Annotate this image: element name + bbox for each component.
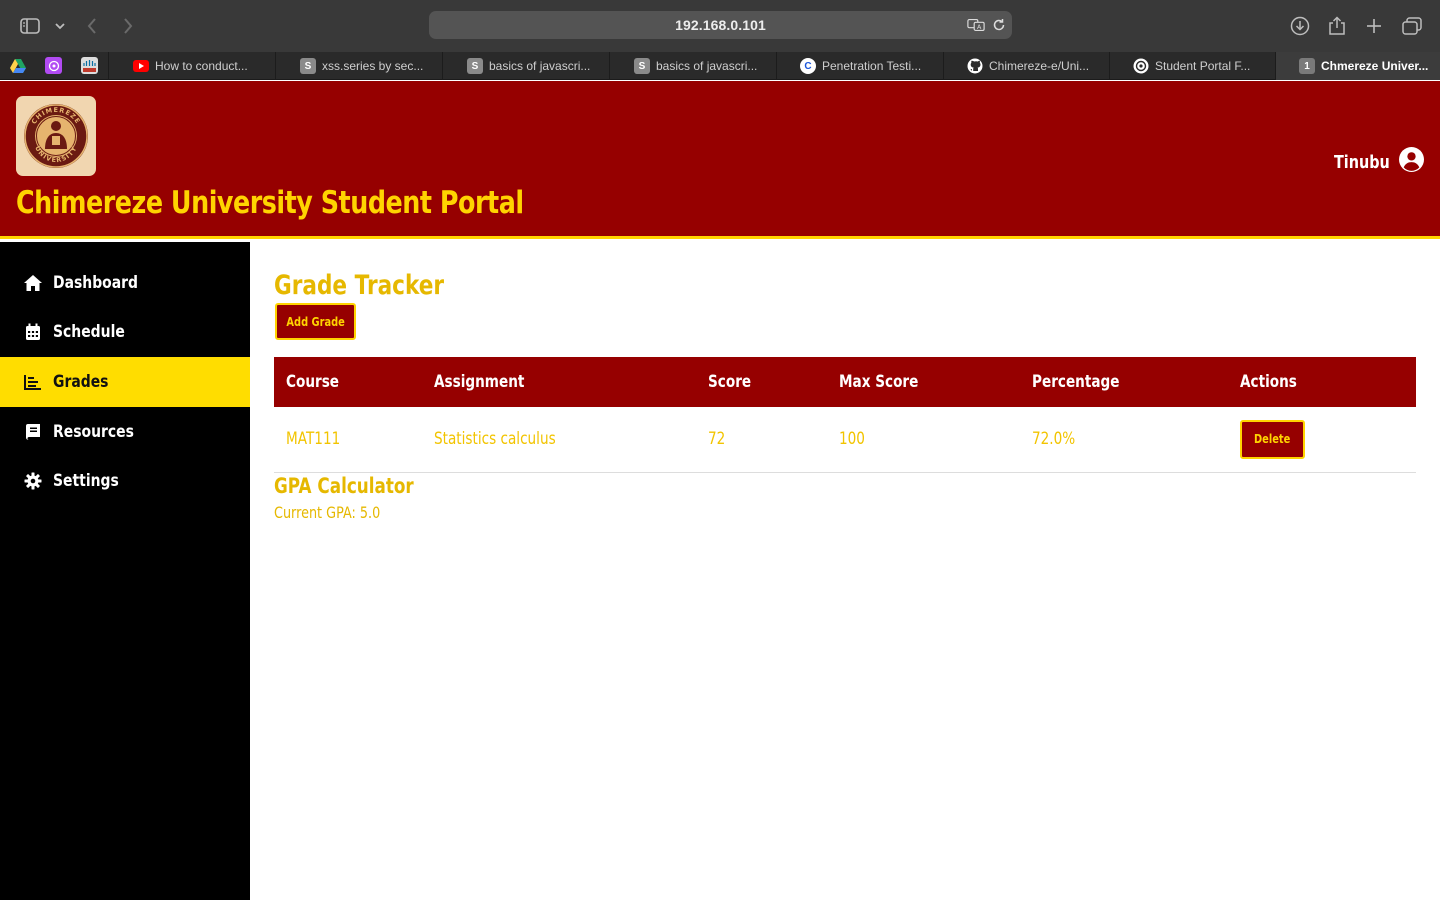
sidebar-item-schedule[interactable]: Schedule (0, 307, 250, 357)
cell-assignment: Statistics calculus (422, 407, 696, 473)
tab-label: Penetration Testi... (822, 59, 922, 73)
sidebar-item-label: Settings (53, 471, 119, 491)
share-icon[interactable] (1325, 14, 1349, 38)
back-arrow-icon[interactable] (80, 14, 104, 38)
sidebar-item-label: Grades (53, 372, 109, 392)
sidebar: Dashboard Schedule Grades Resources Sett… (0, 242, 250, 900)
current-gpa: Current GPA: 5.0 (274, 503, 381, 522)
add-grade-button[interactable]: Add Grade (275, 303, 356, 340)
site-header: CHIMEREZE UNIVERSITY Chimereze Universit… (0, 81, 1440, 239)
sidebar-item-grades[interactable]: Grades (0, 357, 250, 407)
column-header-percentage: Percentage (1020, 357, 1228, 407)
user-menu[interactable]: Tinubu (1320, 147, 1424, 177)
calendar-icon (23, 322, 43, 342)
browser-tab[interactable]: S basics of javascri... (609, 52, 776, 80)
book-icon (23, 422, 43, 442)
sidebar-item-dashboard[interactable]: Dashboard (0, 258, 250, 308)
tab-overview-icon[interactable] (1400, 14, 1424, 38)
url-text: 192.168.0.101 (675, 17, 766, 33)
browser-tab[interactable]: S basics of javascri... (442, 52, 609, 80)
university-crest-icon[interactable]: CHIMEREZE UNIVERSITY (16, 96, 96, 176)
s-icon: S (467, 58, 483, 74)
gear-icon (23, 471, 43, 491)
translate-icon[interactable]: A (967, 17, 985, 33)
home-icon (23, 273, 43, 293)
browser-tab[interactable]: Student Portal F... (1109, 52, 1275, 80)
delete-button[interactable]: Delete (1240, 419, 1305, 459)
cisco-icon[interactable] (81, 57, 98, 74)
tab-label: Student Portal F... (1155, 59, 1251, 73)
add-grade-label: Add Grade (286, 314, 345, 329)
tab-label: basics of javascri... (656, 59, 758, 73)
google-drive-icon[interactable] (9, 57, 26, 74)
column-header-score: Score (696, 357, 827, 407)
s-icon: S (300, 58, 316, 74)
github-icon (967, 58, 983, 74)
browser-tab[interactable]: Chimereze-e/Uni... (943, 52, 1109, 80)
tab-label: basics of javascri... (489, 59, 591, 73)
column-header-assignment: Assignment (422, 357, 696, 407)
gpa-calculator-heading: GPA Calculator (274, 474, 414, 498)
tab-label: Chimereze-e/Uni... (989, 59, 1090, 73)
cell-max-score: 100 (827, 407, 1020, 473)
cell-course: MAT111 (274, 407, 422, 473)
user-name: Tinubu (1334, 151, 1390, 173)
table-row: MAT111 Statistics calculus 72 100 72.0% … (274, 407, 1416, 473)
browser-tab-active[interactable]: 1 Chmereze Univer... (1275, 52, 1440, 80)
svg-text:A: A (977, 24, 982, 31)
sidebar-item-label: Dashboard (53, 273, 139, 293)
cell-actions: Delete (1228, 407, 1416, 473)
chart-bar-icon (23, 372, 43, 392)
forward-arrow-icon[interactable] (116, 14, 140, 38)
tab-number-badge: 1 (1299, 58, 1315, 74)
sidebar-item-settings[interactable]: Settings (0, 456, 250, 506)
table-header-row: Course Assignment Score Max Score Percen… (274, 357, 1416, 407)
site-title: Chimereze University Student Portal (16, 185, 524, 221)
reload-icon[interactable] (990, 17, 1008, 33)
chevron-down-icon[interactable] (48, 14, 72, 38)
column-header-actions: Actions (1228, 357, 1416, 407)
download-icon[interactable] (1288, 14, 1312, 38)
browser-tab[interactable]: C Penetration Testi... (776, 52, 943, 80)
column-header-max-score: Max Score (827, 357, 1020, 407)
browser-tab[interactable]: S xss.series by sec... (275, 52, 442, 80)
column-header-course: Course (274, 357, 422, 407)
cell-percentage: 72.0% (1020, 407, 1228, 473)
grades-table: Course Assignment Score Max Score Percen… (274, 357, 1416, 473)
browser-tab[interactable]: How to conduct... (108, 52, 275, 80)
sidebar-item-label: Resources (53, 422, 134, 442)
youtube-icon (133, 58, 149, 74)
s-icon: S (634, 58, 650, 74)
address-bar[interactable]: 192.168.0.101 A (429, 11, 1012, 39)
tab-bar: How to conduct... S xss.series by sec...… (0, 52, 1440, 80)
sidebar-item-resources[interactable]: Resources (0, 407, 250, 457)
page-title: Grade Tracker (274, 270, 445, 301)
browser-toolbar: 192.168.0.101 A (0, 0, 1440, 52)
openai-icon (1133, 58, 1149, 74)
cell-score: 72 (696, 407, 827, 473)
new-tab-icon[interactable] (1362, 14, 1386, 38)
sidebar-toggle-icon[interactable] (18, 14, 42, 38)
purple-app-icon[interactable] (45, 57, 62, 74)
tab-label: How to conduct... (155, 59, 248, 73)
user-circle-icon[interactable] (1399, 147, 1424, 177)
c-icon: C (800, 58, 816, 74)
tab-label: Chmereze Univer... (1321, 59, 1429, 73)
delete-label: Delete (1254, 432, 1291, 447)
sidebar-item-label: Schedule (53, 322, 125, 342)
tab-label: xss.series by sec... (322, 59, 424, 73)
